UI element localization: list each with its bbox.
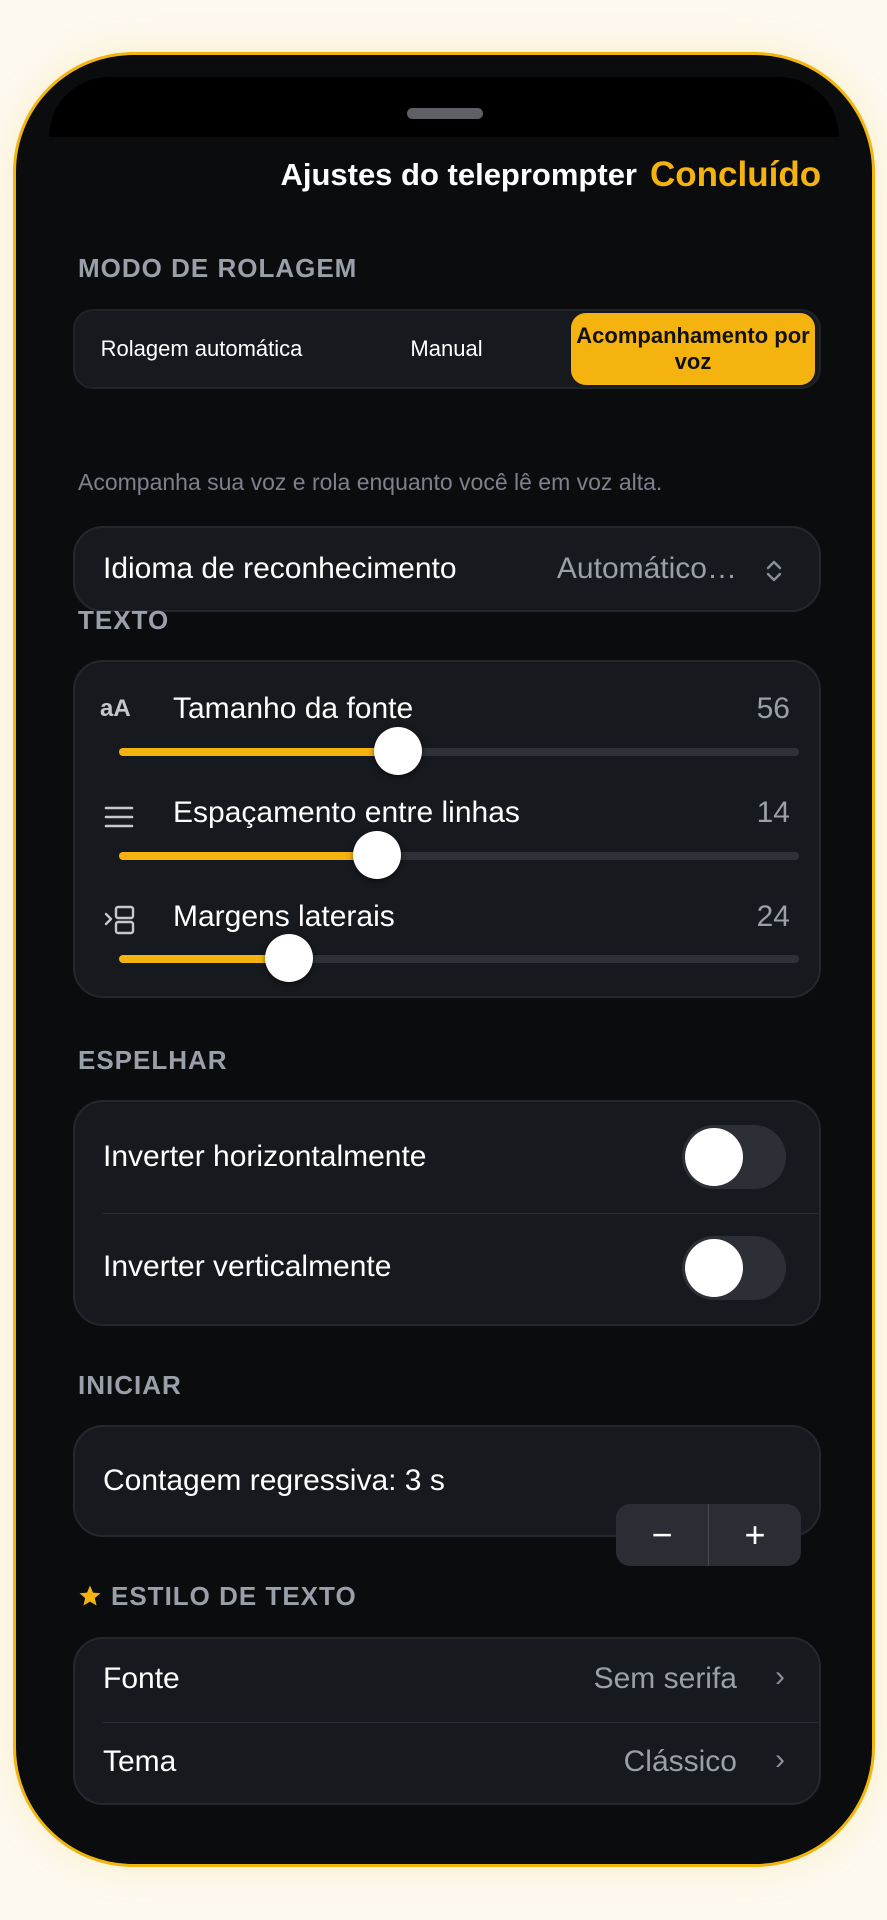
font-row[interactable]: Fonte Sem serifa › <box>75 1639 819 1723</box>
mirror-card: Inverter horizontalmente Inverter vertic… <box>73 1100 821 1326</box>
theme-row-label: Tema <box>103 1745 177 1778</box>
line-spacing-slider[interactable] <box>119 831 799 879</box>
font-size-value: 56 <box>756 692 790 725</box>
chevron-up-down-icon <box>766 560 782 582</box>
toggle-knob <box>685 1239 743 1297</box>
countdown-label: Contagem regressiva: 3 s <box>103 1464 445 1497</box>
side-margins-value: 24 <box>756 900 790 933</box>
scroll-mode-segmented-control: Rolagem automática Manual Acompanhamento… <box>73 309 821 389</box>
section-label-scroll-mode: MODO DE ROLAGEM <box>78 253 358 283</box>
flip-horizontal-label: Inverter horizontalmente <box>103 1140 427 1173</box>
side-margins-label: Margens laterais <box>173 900 395 933</box>
side-margins-slider-thumb[interactable] <box>265 934 313 982</box>
done-button[interactable]: Concluído <box>650 155 821 195</box>
decrement-button[interactable]: − <box>616 1504 708 1566</box>
scroll-mode-hint: Acompanha sua voz e rola enquanto você l… <box>78 469 663 495</box>
recognition-language-value: Automático… <box>556 552 737 585</box>
text-size-icon: aA <box>100 695 131 722</box>
segment-auto-scroll[interactable]: Rolagem automática <box>79 313 324 385</box>
countdown-stepper: − + <box>616 1504 801 1566</box>
chevron-right-icon: › <box>775 1743 785 1776</box>
recognition-language-label: Idioma de reconhecimento <box>103 552 457 585</box>
flip-vertical-label: Inverter verticalmente <box>103 1250 392 1283</box>
line-spacing-value: 14 <box>756 796 790 829</box>
font-row-label: Fonte <box>103 1662 180 1695</box>
increment-button[interactable]: + <box>709 1504 801 1566</box>
toggle-knob <box>685 1128 743 1186</box>
text-style-card: Fonte Sem serifa › Tema Clássico › <box>73 1637 821 1805</box>
theme-row-value: Clássico <box>623 1745 737 1778</box>
section-label-mirror: ESPELHAR <box>78 1045 228 1075</box>
font-size-label: Tamanho da fonte <box>173 692 414 725</box>
line-spacing-label: Espaçamento entre linhas <box>173 796 520 829</box>
section-label-start: INICIAR <box>78 1370 182 1400</box>
page-title: Ajustes do teleprompter <box>280 157 637 192</box>
line-spacing-slider-fill <box>119 852 378 860</box>
phone-frame: Ajustes do teleprompter Concluído MODO D… <box>13 52 875 1867</box>
font-size-slider-fill <box>119 748 398 756</box>
font-size-slider[interactable] <box>119 727 799 775</box>
font-size-slider-thumb[interactable] <box>373 727 422 775</box>
section-label-text-style: ESTILO DE TEXTO <box>111 1581 357 1611</box>
sheet-grabber[interactable] <box>407 108 483 119</box>
recognition-language-row[interactable]: Idioma de reconhecimento Automático… <box>73 526 821 612</box>
divider <box>103 1213 819 1214</box>
theme-row[interactable]: Tema Clássico › <box>75 1723 819 1807</box>
font-row-value: Sem serifa <box>593 1662 737 1695</box>
line-spacing-icon <box>104 806 134 828</box>
chevron-right-icon: › <box>775 1660 785 1693</box>
segment-manual[interactable]: Manual <box>324 313 569 385</box>
sheet-top <box>49 77 839 137</box>
section-label-text: TEXTO <box>78 605 170 635</box>
side-margins-icon <box>104 905 135 935</box>
side-margins-slider-fill <box>119 955 289 963</box>
flip-vertical-toggle[interactable] <box>682 1236 786 1300</box>
flip-horizontal-toggle[interactable] <box>682 1125 786 1189</box>
star-icon <box>79 1585 101 1606</box>
side-margins-slider[interactable] <box>119 934 799 982</box>
segment-voice-follow[interactable]: Acompanhamento por voz <box>571 313 815 385</box>
